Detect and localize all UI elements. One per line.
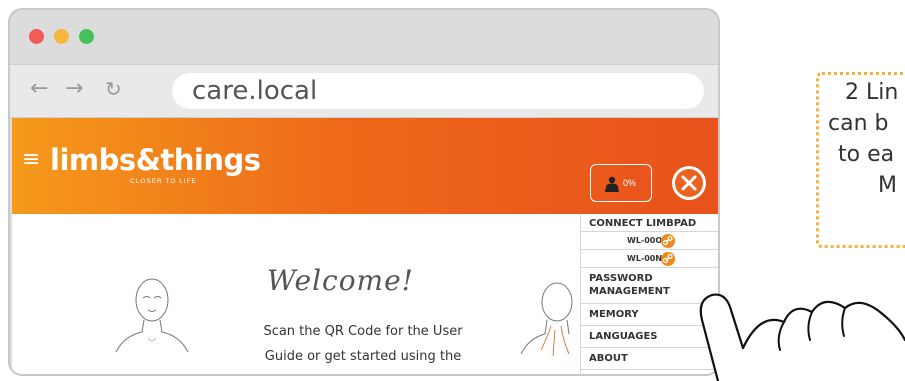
forward-arrow-icon[interactable]: → [65,75,83,103]
limbpad-status-button[interactable]: 0% [590,164,652,202]
back-arrow-icon[interactable]: ← [30,75,48,103]
patient-figure-left [115,278,189,353]
welcome-title: Welcome! [267,264,414,297]
address-bar[interactable]: care.local [172,73,704,109]
patient-figure-right [520,282,573,357]
link-icon[interactable] [661,252,675,266]
device-label: WL-00N [627,254,663,263]
limb-percent-text: 0% [623,178,637,188]
url-text: care.local [192,76,318,106]
brand-logo: limbs&things [50,143,261,177]
page-viewport: ≡ limbs&things CLOSER TO LIFE 0% Welcome… [12,118,718,374]
hamburger-menu-icon[interactable]: ≡ [22,148,40,172]
browser-window: ← → ↻ care.local ≡ limbs&things CLOSER T… [8,8,720,376]
close-menu-button[interactable] [672,166,706,200]
minimize-window-dot[interactable] [54,29,69,44]
brand-tagline: CLOSER TO LIFE [130,178,197,185]
browser-navbar: ← → ↻ care.local [10,64,718,118]
device-label: WL-00O [627,236,663,245]
welcome-text-line: Guide or get started using the [264,349,462,364]
close-icon [675,169,703,197]
app-header: ≡ limbs&things CLOSER TO LIFE 0% [12,118,718,214]
callout-text-line: to ea [838,142,895,167]
callout-text-line: can b [828,111,889,136]
reload-icon[interactable]: ↻ [105,75,122,103]
maximize-window-dot[interactable] [79,29,94,44]
pointing-hand-icon [699,293,905,381]
link-icon[interactable] [661,234,675,248]
callout-text-line: 2 Lin [845,80,899,105]
person-torso-icon [605,176,619,192]
welcome-text-line: Scan the QR Code for the User [263,324,463,339]
callout-text-line: M [878,173,897,198]
menu-item-connect-limbpad[interactable]: CONNECT LIMBPAD [581,214,718,232]
close-window-dot[interactable] [29,29,44,44]
browser-titlebar [10,10,718,64]
